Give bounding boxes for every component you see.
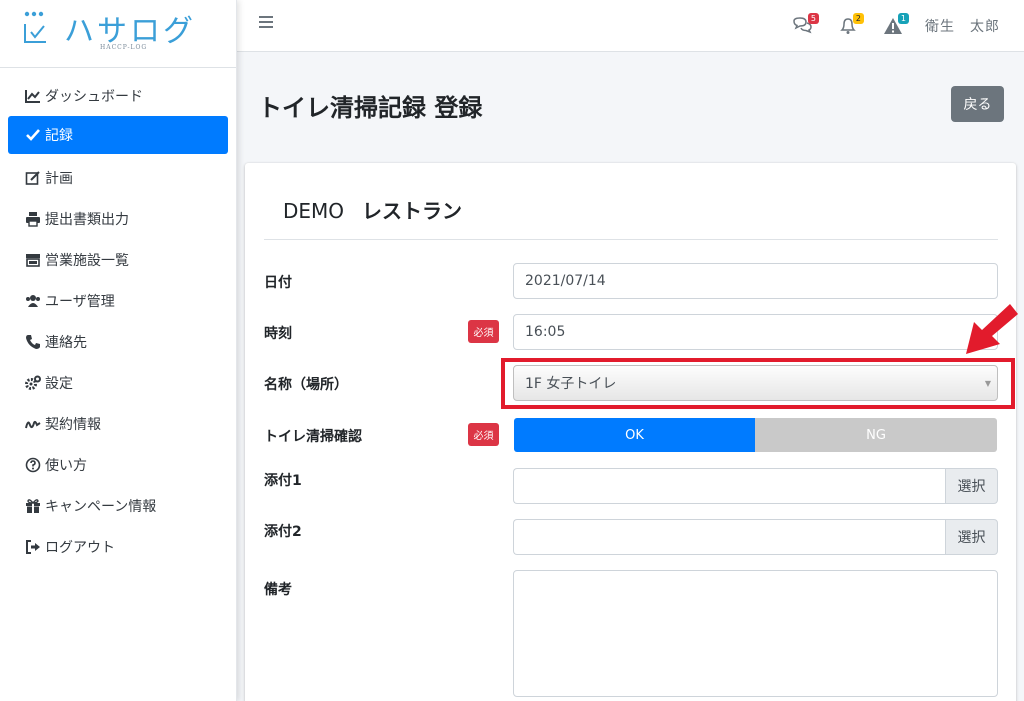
attachment2-select-button[interactable]: 選択	[945, 519, 998, 555]
top-navbar: 5 2 1 衛生 太郎	[237, 0, 1024, 52]
notes-textarea[interactable]	[513, 570, 998, 697]
brand-subtitle: HACCP-LOG	[100, 44, 148, 51]
phone-icon	[24, 334, 42, 350]
user-name[interactable]: 衛生 太郎	[925, 16, 1000, 36]
sidebar-item-label: 記録	[45, 128, 73, 144]
attachment2-label: 添付2	[264, 524, 302, 540]
attachment1-label: 添付1	[264, 473, 302, 489]
restaurant-name: レストラン	[362, 199, 463, 223]
check-icon	[24, 127, 42, 143]
notifications-badge: 2	[852, 13, 864, 24]
gift-icon	[24, 498, 42, 514]
cogs-icon	[24, 375, 42, 391]
sidebar-item-label: 計画	[45, 170, 73, 187]
store-icon	[24, 252, 42, 268]
required-badge: 必須	[468, 320, 499, 343]
alerts-button[interactable]: 1	[882, 13, 909, 36]
sidebar-item-label: 設定	[45, 375, 73, 392]
sidebar-item-facilities[interactable]: 営業施設一覧	[0, 239, 236, 280]
required-badge: 必須	[468, 423, 499, 446]
attachment2-group: 選択	[513, 519, 998, 555]
signature-icon	[24, 416, 42, 432]
hamburger-menu-icon[interactable]	[259, 16, 273, 30]
card-title: DEMO レストラン	[283, 195, 462, 224]
attachment1-group: 選択	[513, 468, 998, 504]
company-name: DEMO	[283, 199, 345, 223]
annotation-arrow-icon	[966, 304, 1018, 354]
sidebar-item-label: 連絡先	[45, 334, 87, 351]
sidebar-item-label: キャンペーン情報	[45, 498, 157, 515]
sidebar-item-label: ユーザ管理	[45, 293, 115, 310]
sidebar-item-label: 営業施設一覧	[45, 252, 129, 269]
attachment1-input[interactable]	[513, 468, 945, 504]
print-icon	[24, 211, 42, 227]
sidebar-item-contacts[interactable]: 連絡先	[0, 321, 236, 362]
notifications-button[interactable]: 2	[837, 13, 864, 36]
location-label: 名称（場所）	[264, 377, 348, 393]
time-label: 時刻	[264, 326, 292, 342]
page-title: トイレ清掃記録 登録	[258, 94, 483, 122]
back-button[interactable]: 戻る	[951, 86, 1004, 122]
ng-option-button[interactable]: NG	[755, 418, 997, 452]
sidebar-item-contract[interactable]: 契約情報	[0, 403, 236, 444]
sidebar-nav: ダッシュボード 記録 計画 提出書類出力 営業施設一覧 ユーザ管理 連絡先 設定…	[0, 68, 236, 567]
edit-icon	[24, 170, 42, 186]
sidebar-item-label: ログアウト	[45, 539, 115, 556]
question-circle-icon	[24, 457, 42, 473]
checklist-logo-icon	[24, 11, 46, 43]
sidebar-item-help[interactable]: 使い方	[0, 444, 236, 485]
attachment2-input[interactable]	[513, 519, 945, 555]
sign-out-icon	[24, 539, 42, 555]
brand[interactable]: ハサログ HACCP-LOG	[0, 0, 236, 68]
sidebar: ハサログ HACCP-LOG ダッシュボード 記録 計画 提出書類出力 営業施設…	[0, 0, 237, 701]
sidebar-item-export[interactable]: 提出書類出力	[0, 198, 236, 239]
sidebar-item-settings[interactable]: 設定	[0, 362, 236, 403]
date-input[interactable]: 2021/07/14	[513, 263, 998, 299]
sidebar-item-logout[interactable]: ログアウト	[0, 526, 236, 567]
sidebar-item-label: 契約情報	[45, 416, 101, 433]
ok-option-button[interactable]: OK	[514, 418, 755, 452]
sidebar-item-label: ダッシュボード	[45, 88, 143, 105]
highlight-annotation-box	[501, 358, 1015, 409]
cleaning-check-toggle: OK NG	[514, 418, 997, 452]
messages-badge: 5	[807, 13, 819, 24]
sidebar-item-campaign[interactable]: キャンペーン情報	[0, 485, 236, 526]
users-icon	[24, 293, 42, 309]
sidebar-item-dashboard[interactable]: ダッシュボード	[0, 75, 236, 116]
sidebar-item-label: 使い方	[45, 457, 87, 474]
messages-button[interactable]: 5	[792, 13, 819, 36]
time-input[interactable]: 16:05	[513, 314, 998, 350]
cleaning-check-label: トイレ清掃確認	[264, 429, 362, 445]
divider	[264, 239, 998, 240]
chart-line-icon	[24, 88, 42, 104]
sidebar-item-label: 提出書類出力	[45, 211, 129, 228]
sidebar-item-plan[interactable]: 計画	[0, 157, 236, 198]
alerts-badge: 1	[897, 13, 909, 24]
sidebar-item-users[interactable]: ユーザ管理	[0, 280, 236, 321]
date-label: 日付	[264, 275, 292, 291]
attachment1-select-button[interactable]: 選択	[945, 468, 998, 504]
notes-label: 備考	[264, 582, 292, 598]
sidebar-item-records[interactable]: 記録	[8, 116, 228, 154]
